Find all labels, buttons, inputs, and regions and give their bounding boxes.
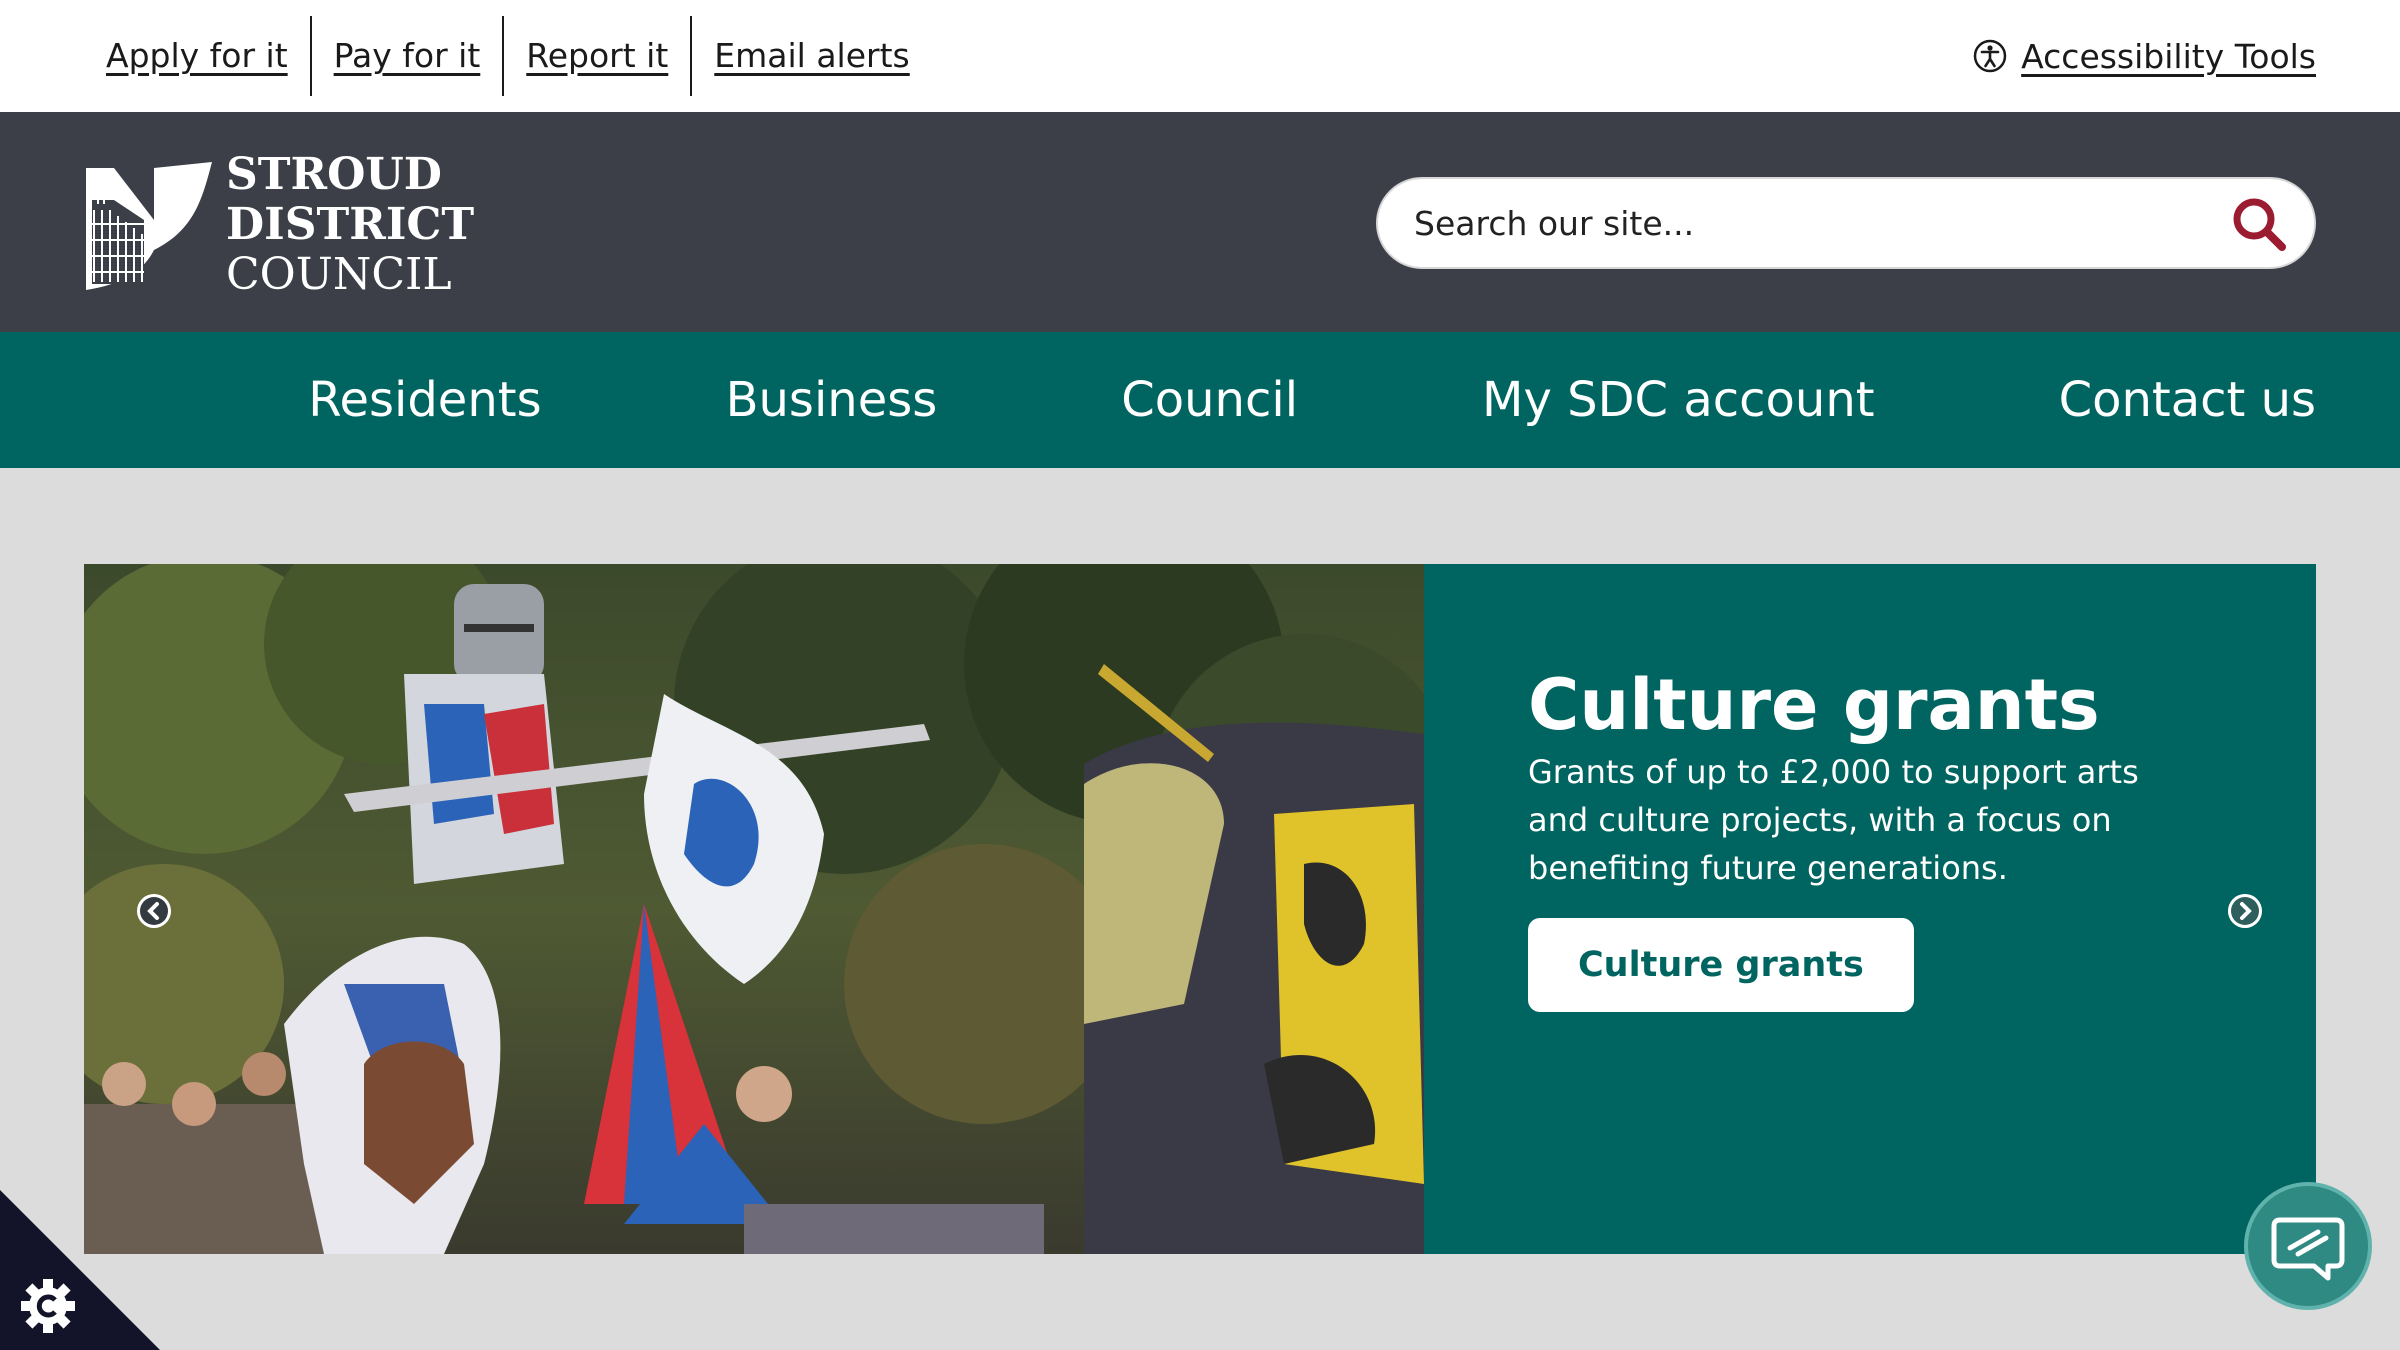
site-logo[interactable]: STROUD DISTRICT COUNCIL bbox=[84, 150, 474, 300]
nav-item-my-sdc-account[interactable]: My SDC account bbox=[1298, 332, 1875, 468]
chevron-left-icon[interactable] bbox=[137, 894, 171, 928]
logo-line-council: COUNCIL bbox=[226, 249, 452, 300]
email-alerts-link[interactable]: Email alerts bbox=[692, 16, 931, 96]
accessibility-icon bbox=[1973, 39, 2007, 73]
hero-title: Culture grants bbox=[1528, 664, 2100, 746]
hero-carousel: Culture grants Grants of up to £2,000 to… bbox=[84, 564, 2316, 1254]
logo-wordmark: STROUD DISTRICT COUNCIL bbox=[226, 150, 474, 300]
logo-mark-icon bbox=[86, 162, 212, 290]
cookie-settings-icon[interactable] bbox=[0, 1190, 160, 1350]
chevron-right-icon[interactable] bbox=[2228, 894, 2262, 928]
utility-bar: Apply for it Pay for it Report it Email … bbox=[0, 0, 2400, 112]
site-header: STROUD DISTRICT COUNCIL bbox=[0, 112, 2400, 332]
accessibility-tools-label: Accessibility Tools bbox=[2021, 36, 2316, 76]
search-box bbox=[1376, 177, 2316, 269]
nav-items: Residents Business Council My SDC accoun… bbox=[308, 332, 2316, 468]
accessibility-tools-button[interactable]: Accessibility Tools bbox=[1973, 28, 2316, 84]
hero-image bbox=[84, 564, 1424, 1254]
search-input[interactable] bbox=[1414, 179, 2214, 267]
jousting-photo bbox=[84, 564, 1424, 1254]
nav-item-council[interactable]: Council bbox=[937, 332, 1298, 468]
utility-links: Apply for it Pay for it Report it Email … bbox=[84, 16, 932, 96]
nav-item-residents[interactable]: Residents bbox=[308, 332, 541, 468]
pay-for-it-link[interactable]: Pay for it bbox=[312, 16, 505, 96]
nav-item-business[interactable]: Business bbox=[542, 332, 938, 468]
hero-panel: Culture grants Grants of up to £2,000 to… bbox=[1424, 564, 2316, 1254]
apply-for-it-link[interactable]: Apply for it bbox=[84, 16, 312, 96]
hero-description: Grants of up to £2,000 to support arts a… bbox=[1528, 753, 2139, 887]
report-it-link[interactable]: Report it bbox=[504, 16, 693, 96]
chat-icon bbox=[2271, 1217, 2345, 1281]
main-nav: Residents Business Council My SDC accoun… bbox=[0, 332, 2400, 468]
logo-line-stroud: STROUD bbox=[226, 149, 442, 200]
chat-launcher[interactable] bbox=[2244, 1182, 2372, 1310]
culture-grants-button[interactable]: Culture grants bbox=[1528, 918, 1914, 1012]
nav-item-contact-us[interactable]: Contact us bbox=[1875, 332, 2316, 468]
logo-line-district: DISTRICT bbox=[226, 199, 475, 250]
search-icon[interactable] bbox=[2230, 195, 2288, 253]
